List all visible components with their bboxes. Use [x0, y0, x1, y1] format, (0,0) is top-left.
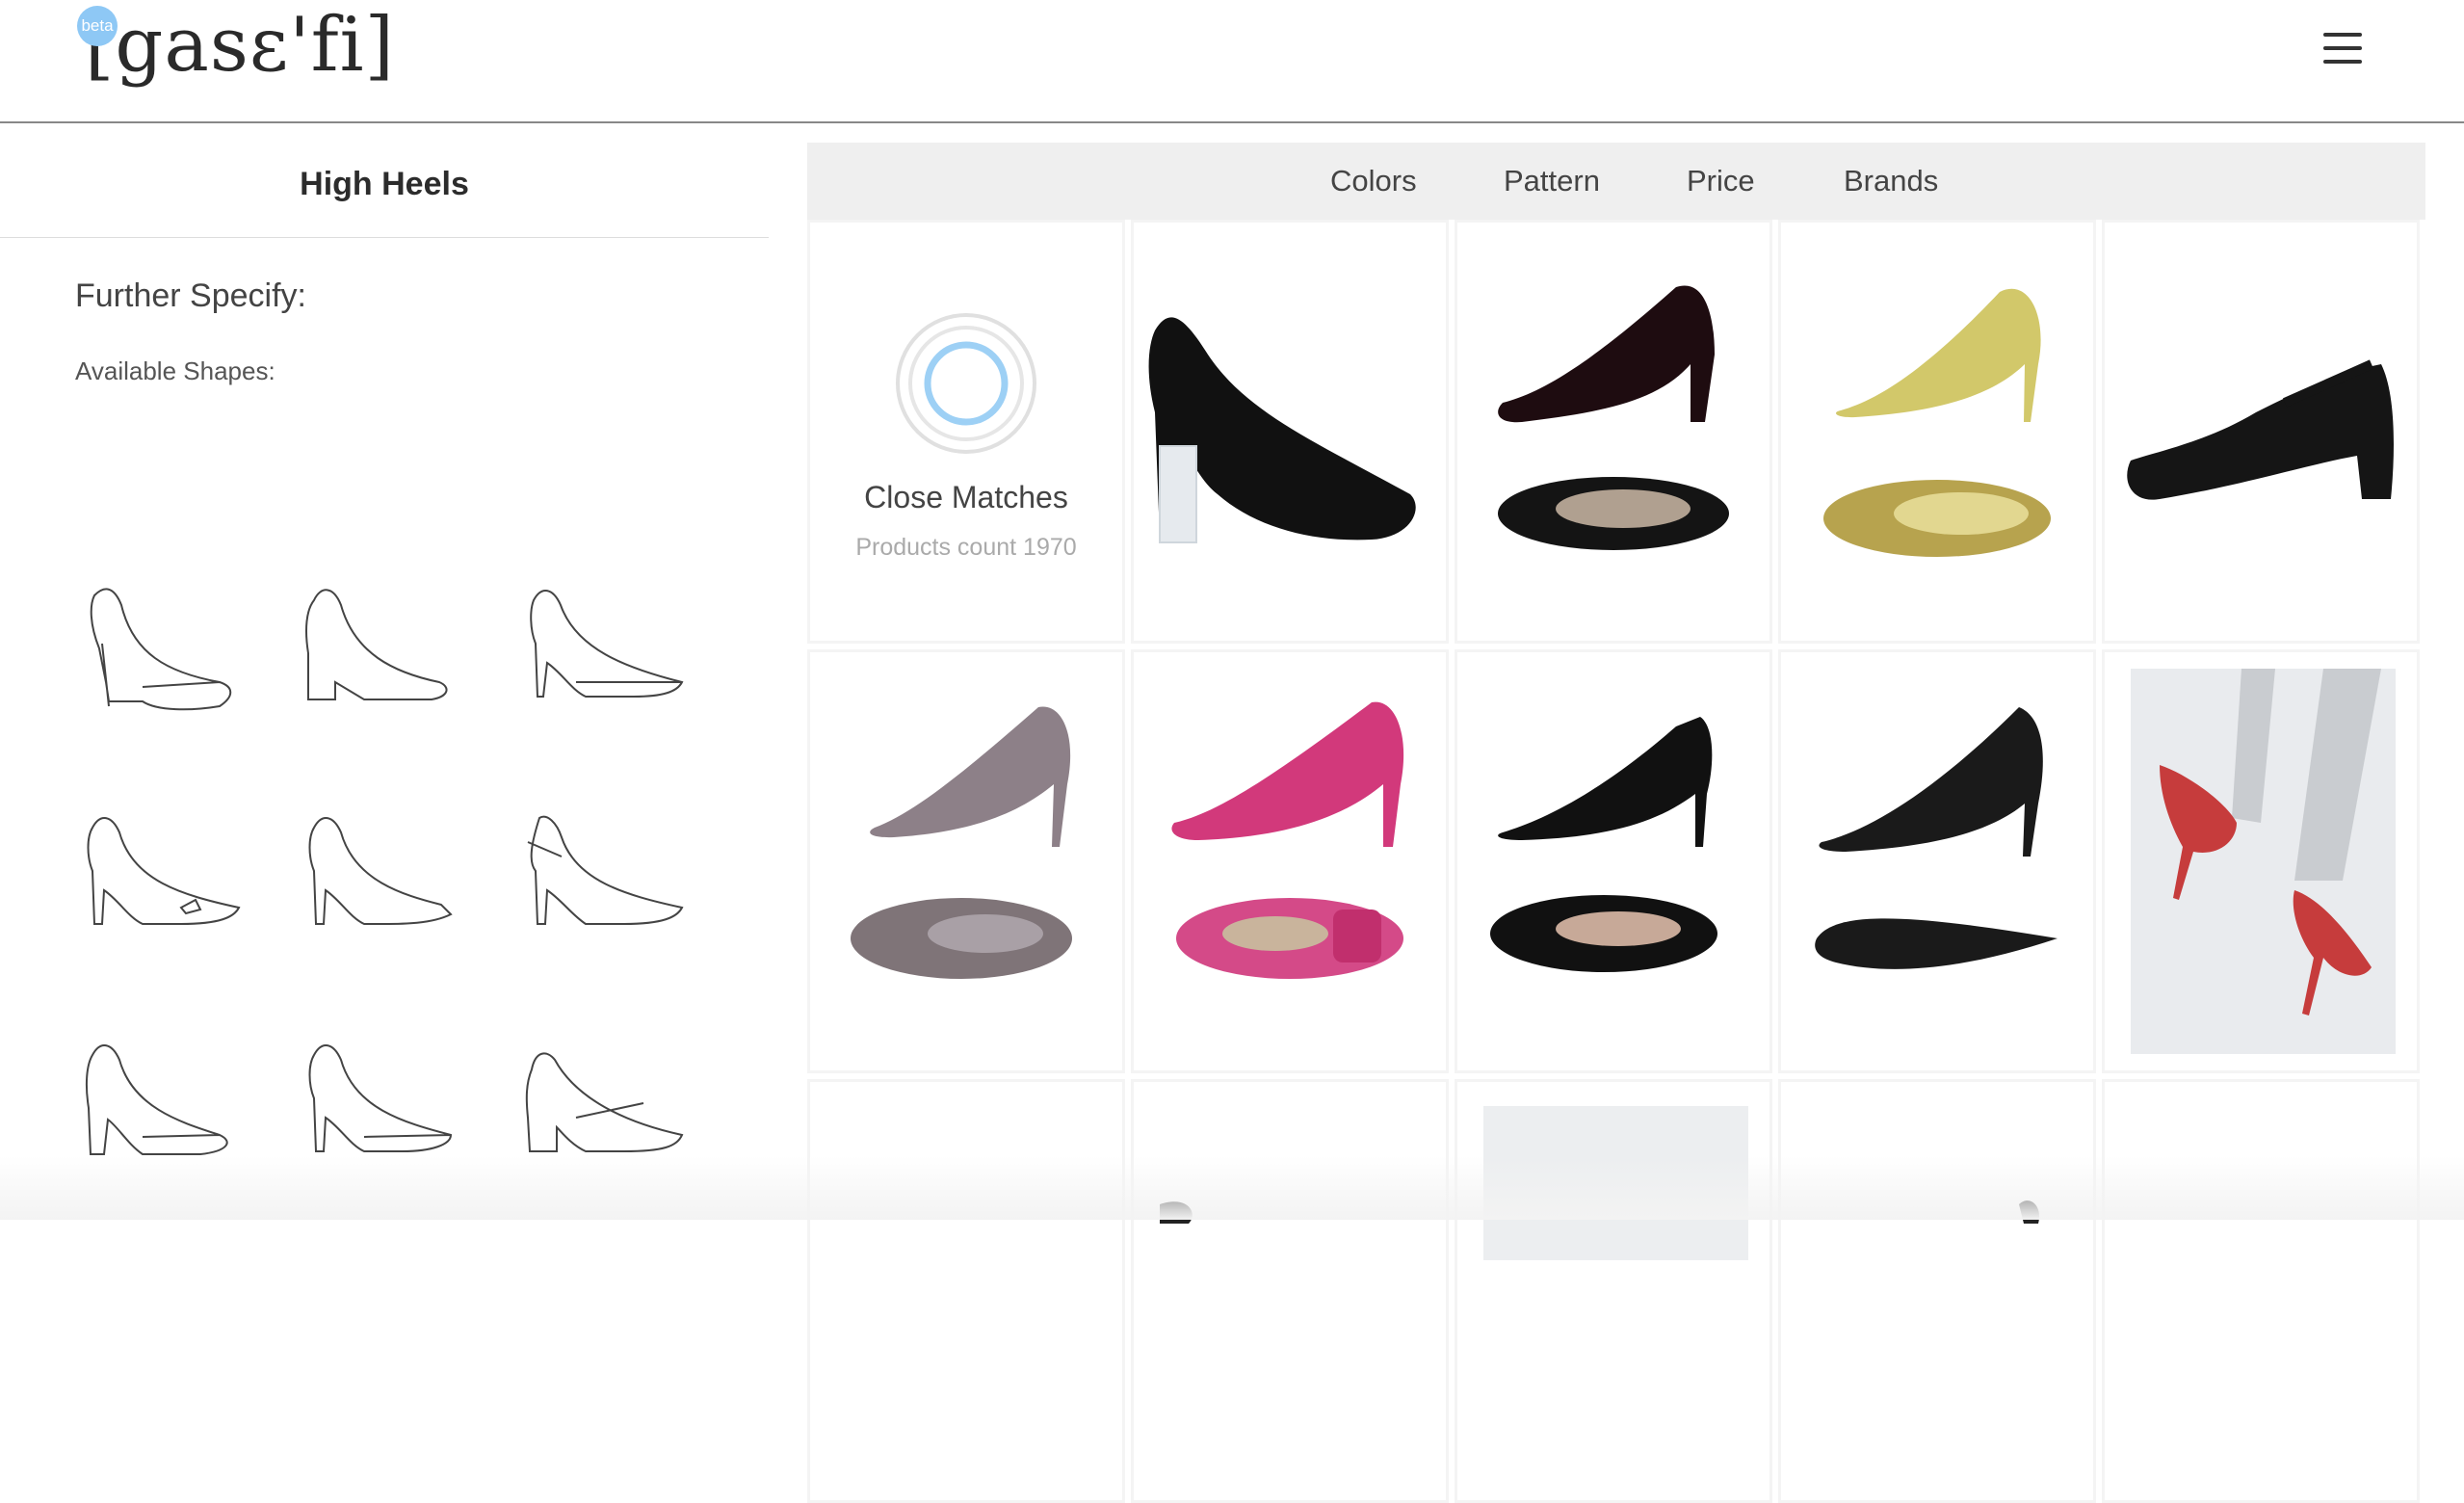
black-pump-clear-heel-image — [1148, 317, 1416, 543]
product-card[interactable] — [807, 1079, 1125, 1503]
product-image-partial — [1160, 1201, 1193, 1224]
yellow-peep-toe-image — [1823, 288, 2051, 557]
product-image-partial — [2019, 1200, 2039, 1224]
black-dorsay-pump-image — [1815, 707, 2058, 969]
filter-colors[interactable]: Colors — [1330, 164, 1417, 198]
shape-stiletto-pointed-icon[interactable] — [297, 1031, 470, 1204]
logo-text: [gasɛ'fi] — [85, 2, 395, 89]
filter-brands[interactable]: Brands — [1844, 164, 1938, 198]
hamburger-menu-icon[interactable] — [2321, 33, 2364, 66]
product-card[interactable] — [1131, 1079, 1449, 1503]
shape-block-heel-rounded-icon[interactable] — [75, 1031, 249, 1204]
burgundy-pump-image — [1498, 285, 1729, 550]
pink-buckle-pump-image — [1171, 701, 1404, 979]
filter-bar: Colors Pattern Price Brands — [807, 143, 2425, 220]
close-matches-tile[interactable]: Close Matches Products count 1970 — [807, 220, 1125, 644]
category-title: High Heels — [0, 143, 769, 238]
further-specify-label: Further Specify: — [75, 277, 306, 314]
product-card[interactable] — [2102, 649, 2420, 1073]
product-card[interactable] — [1455, 649, 1772, 1073]
filter-pattern[interactable]: Pattern — [1504, 164, 1600, 198]
beta-badge: beta — [77, 6, 118, 46]
products-count: Products count 1970 — [855, 534, 1077, 561]
shape-slingback-pointed-icon[interactable] — [518, 576, 692, 750]
product-card[interactable] — [1131, 220, 1449, 644]
brand-logo[interactable]: [gasɛ'fi] beta — [77, 2, 395, 94]
product-card[interactable] — [1778, 649, 2096, 1073]
product-card[interactable] — [1455, 1079, 1772, 1503]
close-matches-title: Close Matches — [864, 480, 1068, 514]
category-sidebar: High Heels Further Specify: Available Sh… — [0, 143, 769, 1220]
product-card[interactable] — [1778, 220, 2096, 644]
available-shapes-label: Available Shapes: — [75, 356, 275, 385]
black-mary-jane-image — [2127, 359, 2394, 500]
shape-classic-pump-platform-icon[interactable] — [75, 576, 249, 750]
red-pump-model-image — [2131, 669, 2396, 1054]
black-slingback-image — [1490, 717, 1717, 972]
product-card[interactable] — [1131, 649, 1449, 1073]
product-card[interactable] — [1455, 220, 1772, 644]
grey-snakeskin-peep-toe-image — [851, 706, 1072, 979]
shape-ankle-strap-slingback-icon[interactable] — [518, 804, 692, 977]
product-card[interactable] — [1778, 1079, 2096, 1503]
filter-price[interactable]: Price — [1687, 164, 1755, 198]
shape-pump-with-bow-icon[interactable] — [75, 804, 249, 977]
product-card[interactable] — [807, 649, 1125, 1073]
shape-mary-jane-block-icon[interactable] — [518, 1031, 692, 1204]
top-header: [gasɛ'fi] beta — [0, 0, 2464, 123]
product-card[interactable] — [2102, 220, 2420, 644]
product-image-partial — [1483, 1106, 1748, 1260]
shape-peep-toe-pump-icon[interactable] — [297, 804, 470, 977]
product-grid: Close Matches Products count 1970 — [807, 220, 2425, 1503]
product-card[interactable] — [2102, 1079, 2420, 1503]
shape-block-heel-pump-icon[interactable] — [297, 576, 470, 750]
